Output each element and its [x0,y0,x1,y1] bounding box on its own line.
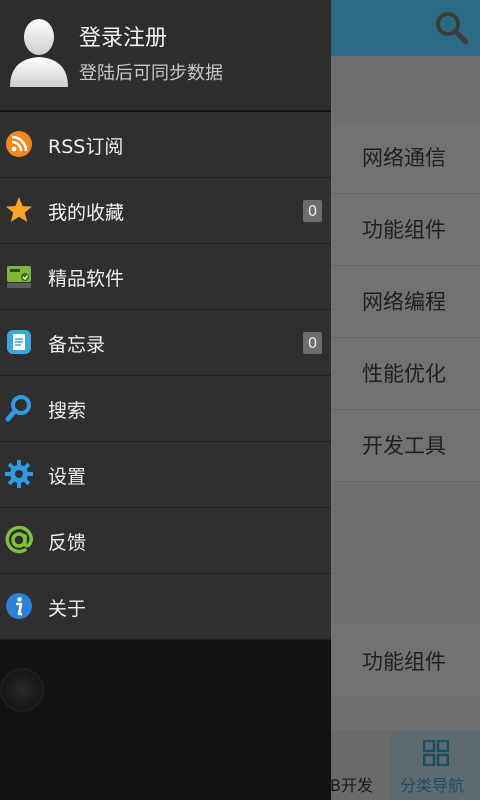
category-label: 功能组件 [362,218,446,242]
search-icon [5,394,33,422]
category-label: 网络通信 [362,146,446,170]
menu-item-feedback[interactable]: 反馈 [0,508,331,574]
menu-item-label: 设置 [48,466,87,488]
category-label: 功能组件 [362,650,446,674]
category-item[interactable]: 网络编程 [330,266,480,338]
memo-icon [5,328,33,356]
bottom-tab-bar: B开发 分类导航 [330,730,480,800]
category-item[interactable]: 性能优化 [330,338,480,410]
floating-handle[interactable] [0,668,44,712]
grid-icon [422,739,450,767]
drawer-header-login[interactable]: 登录注册 登陆后可同步数据 [0,0,331,111]
menu-item-about[interactable]: 关于 [0,574,331,640]
menu-item-rss[interactable]: RSS订阅 [0,112,331,178]
menu-item-favorites[interactable]: 我的收藏 0 [0,178,331,244]
category-label: 网络编程 [362,290,446,314]
drawer-menu: RSS订阅 我的收藏 0 精品软件 备忘录 0 搜索 设置 反馈 关于 [0,112,331,640]
menu-item-label: 反馈 [48,532,87,554]
menu-item-label: 搜索 [48,400,87,422]
rss-icon [5,130,33,158]
category-label: 性能优化 [362,362,446,386]
gear-icon [5,460,33,488]
search-icon[interactable] [432,8,472,48]
category-item[interactable]: 功能组件 [330,194,480,266]
count-badge: 0 [303,200,322,222]
menu-item-label: 备忘录 [48,334,106,356]
menu-item-memo[interactable]: 备忘录 0 [0,310,331,376]
menu-item-label: RSS订阅 [48,136,124,158]
navigation-drawer: 登录注册 登陆后可同步数据 RSS订阅 我的收藏 0 精品软件 备忘录 0 搜索… [0,0,331,800]
category-item[interactable]: 网络通信 [330,122,480,194]
menu-item-label: 关于 [48,598,87,620]
category-label: 开发工具 [362,434,446,458]
menu-item-settings[interactable]: 设置 [0,442,331,508]
software-icon [5,262,33,290]
info-icon [5,592,33,620]
count-badge: 0 [303,332,322,354]
menu-item-software[interactable]: 精品软件 [0,244,331,310]
tab-label: B开发 [330,776,373,795]
login-title: 登录注册 [79,26,168,51]
category-item[interactable]: 开发工具 [330,410,480,482]
star-icon [5,196,33,224]
category-list: 网络通信 功能组件 网络编程 性能优化 开发工具 [330,122,480,482]
at-icon [5,525,33,554]
tab-develop[interactable]: B开发 [330,730,390,800]
menu-item-label: 我的收藏 [48,202,125,224]
category-item-extra[interactable]: 功能组件 [330,624,480,696]
avatar-icon [8,17,70,87]
menu-item-label: 精品软件 [48,268,125,290]
menu-item-search[interactable]: 搜索 [0,376,331,442]
tab-category-nav[interactable]: 分类导航 [390,730,480,800]
login-subtitle: 登陆后可同步数据 [79,63,223,84]
tab-label: 分类导航 [400,776,465,795]
